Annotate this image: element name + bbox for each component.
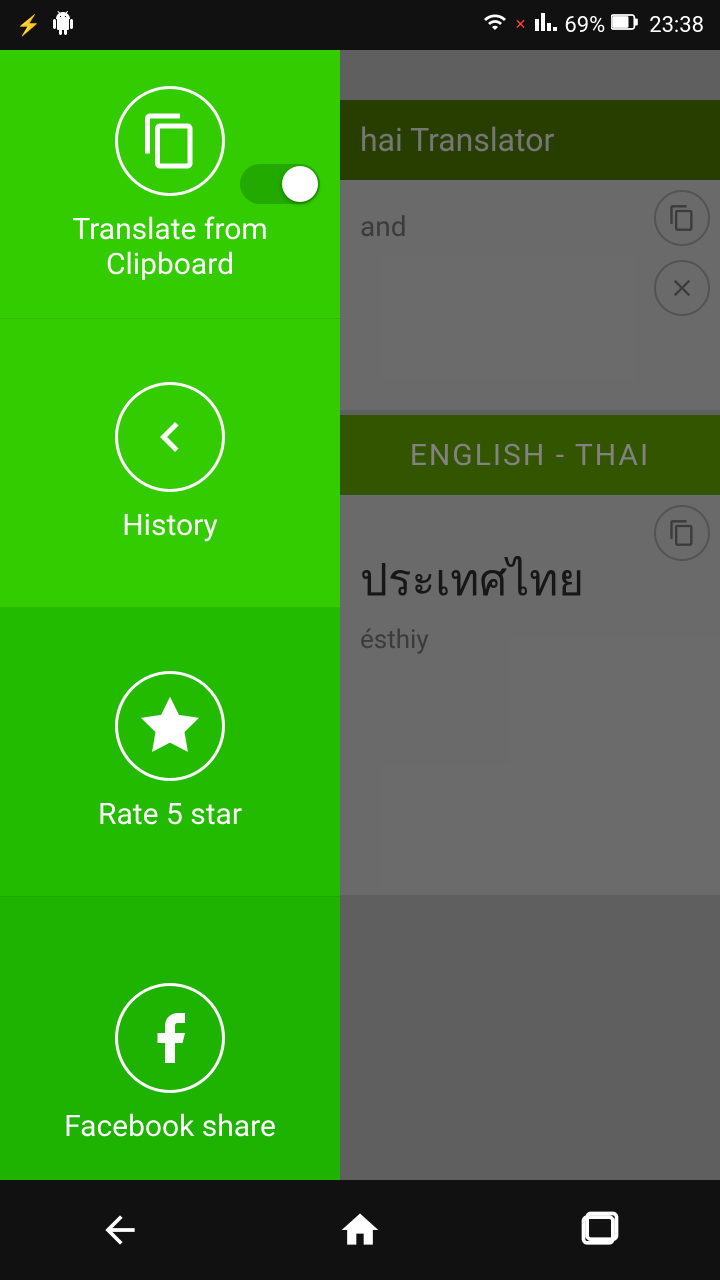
sidebar-clipboard-section[interactable]: Translate fromClipboard <box>0 50 340 319</box>
signal-bars-icon <box>534 10 558 40</box>
rate-label: Rate 5 star <box>98 797 242 832</box>
battery-icon <box>611 12 639 38</box>
android-icon <box>51 11 75 40</box>
history-label: History <box>122 508 217 543</box>
sidebar-rate-section[interactable]: Rate 5 star <box>0 608 340 897</box>
sidebar-history-section[interactable]: History <box>0 319 340 608</box>
usb-icon: ⚡ <box>16 13 41 37</box>
wifi-icon <box>481 10 509 40</box>
history-icon-circle <box>115 382 225 492</box>
clipboard-toggle-container <box>240 164 320 204</box>
status-bar-left: ⚡ <box>16 11 75 40</box>
toggle-knob <box>282 166 318 202</box>
clipboard-toggle[interactable] <box>240 164 320 204</box>
facebook-label: Facebook share <box>64 1109 276 1144</box>
battery-text: 69% <box>564 13 605 38</box>
bottom-navigation <box>0 1180 720 1280</box>
clipboard-icon-circle <box>115 86 225 196</box>
facebook-icon-circle <box>115 983 225 1093</box>
status-bar: ⚡ ✕ 69% 23:38 <box>0 0 720 50</box>
signal-icon: ✕ <box>515 17 527 33</box>
clipboard-label: Translate fromClipboard <box>72 212 267 282</box>
star-icon-circle <box>115 671 225 781</box>
time-display: 23:38 <box>649 13 704 38</box>
status-bar-right: ✕ 69% 23:38 <box>481 10 704 40</box>
recents-button[interactable] <box>560 1200 640 1260</box>
back-button[interactable] <box>80 1200 160 1260</box>
sidebar: Translate fromClipboard History Rate 5 s… <box>0 50 340 1230</box>
home-button[interactable] <box>320 1200 400 1260</box>
